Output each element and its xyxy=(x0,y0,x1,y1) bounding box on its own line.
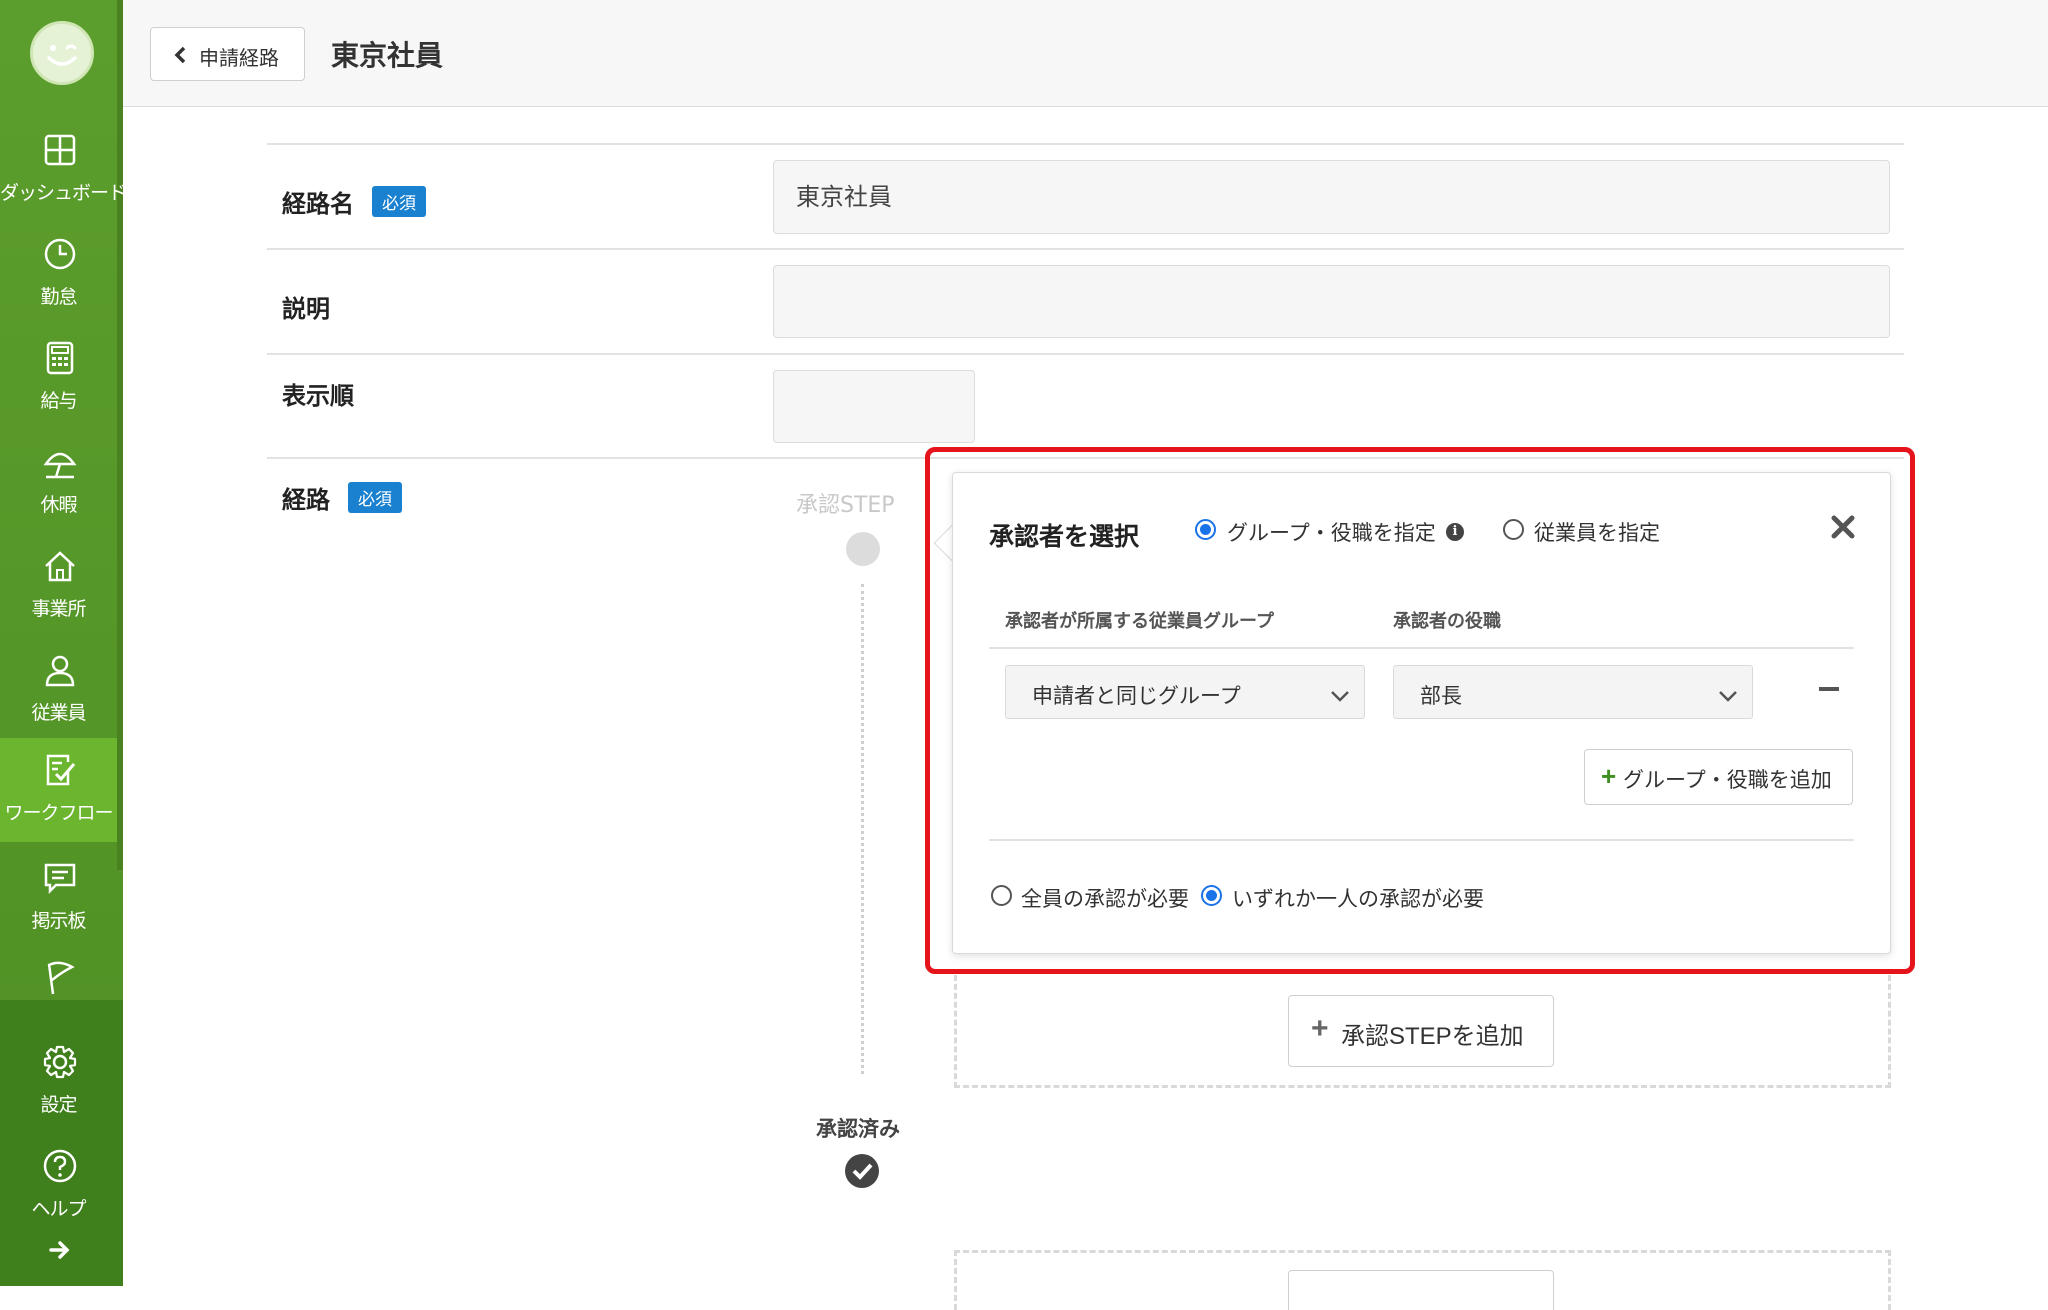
sidebar-item-employees[interactable]: 従業員 xyxy=(0,638,117,742)
chevron-left-icon xyxy=(173,46,187,64)
sidebar-item-bulletin[interactable]: 掲示板 xyxy=(0,846,117,950)
sidebar-item-office[interactable]: 事業所 xyxy=(0,534,117,638)
approved-label: 承認済み xyxy=(816,1117,900,1141)
add-approval-step-button-next[interactable] xyxy=(1288,1270,1554,1310)
sidebar-item-workflow[interactable]: ワークフロー xyxy=(0,738,117,842)
timeline-line xyxy=(861,584,864,1074)
sidebar-item-flag[interactable] xyxy=(0,946,117,1006)
workflow-icon xyxy=(42,752,78,788)
required-badge: 必須 xyxy=(348,482,402,513)
umbrella-icon xyxy=(42,444,78,480)
plus-icon: + xyxy=(1311,1012,1329,1045)
route-name-label: 経路名 必須 xyxy=(282,184,426,219)
sidebar-item-payroll[interactable]: 給与 xyxy=(0,326,117,430)
sidebar-item-label: 給与 xyxy=(40,390,77,412)
sidebar-item-label: 設定 xyxy=(40,1094,77,1116)
highlight-frame xyxy=(925,447,1915,974)
sidebar-expand-button[interactable] xyxy=(0,1232,117,1272)
sidebar-item-help[interactable]: ヘルプ xyxy=(0,1134,117,1238)
approval-step-label: 承認STEP xyxy=(796,493,895,518)
step-dot xyxy=(846,532,880,566)
route-label-text: 経路 xyxy=(282,486,330,514)
sidebar-item-label: 事業所 xyxy=(31,598,86,620)
sidebar-scrollbar[interactable] xyxy=(117,0,123,870)
description-label: 説明 xyxy=(282,295,330,323)
back-button[interactable]: 申請経路 xyxy=(150,27,305,81)
clock-icon xyxy=(42,236,78,272)
required-badge: 必須 xyxy=(372,186,426,217)
divider xyxy=(267,143,1904,145)
sidebar-item-label: ダッシュボード xyxy=(0,182,127,204)
display-order-label: 表示順 xyxy=(282,382,354,410)
divider xyxy=(267,353,1904,355)
sidebar-item-label: ワークフロー xyxy=(4,802,113,824)
flag-icon xyxy=(42,960,78,996)
sidebar-item-label: 従業員 xyxy=(31,702,86,724)
sidebar-item-leave[interactable]: 休暇 xyxy=(0,430,117,534)
display-order-input[interactable] xyxy=(773,370,975,443)
help-icon xyxy=(42,1148,78,1184)
chat-icon xyxy=(42,860,78,896)
add-approval-step-button[interactable]: + 承認STEPを追加 xyxy=(1288,995,1554,1067)
arrow-right-icon xyxy=(46,1236,74,1264)
sidebar-item-label: 掲示板 xyxy=(31,910,86,932)
sidebar: ダッシュボード 勤怠 給与 休暇 事業所 従業員 ワークフロー 掲示板 設定 ヘ… xyxy=(0,0,127,1286)
sidebar-item-settings[interactable]: 設定 xyxy=(0,1030,117,1134)
smiley-logo-icon xyxy=(47,44,77,66)
dashboard-icon xyxy=(42,132,78,168)
calculator-icon xyxy=(42,340,78,376)
sidebar-item-label: 休暇 xyxy=(40,494,77,516)
person-icon xyxy=(42,652,78,688)
back-button-label: 申請経路 xyxy=(199,48,279,70)
route-name-input[interactable]: 東京社員 xyxy=(773,160,1890,234)
add-step-label: 承認STEPを追加 xyxy=(1341,1023,1524,1050)
route-label: 経路 必須 xyxy=(282,480,402,515)
check-circle-icon xyxy=(844,1153,880,1189)
description-input[interactable] xyxy=(773,265,1890,338)
home-icon xyxy=(42,548,78,584)
route-name-label-text: 経路名 xyxy=(282,190,354,218)
gear-icon xyxy=(42,1044,78,1080)
page-header: 申請経路 東京社員 xyxy=(123,0,2048,107)
page-title: 東京社員 xyxy=(331,39,444,72)
sidebar-item-attendance[interactable]: 勤怠 xyxy=(0,222,117,326)
sidebar-item-dashboard[interactable]: ダッシュボード xyxy=(0,118,127,222)
sidebar-item-label: ヘルプ xyxy=(31,1198,86,1220)
app-logo[interactable] xyxy=(30,21,94,85)
divider xyxy=(267,248,1904,250)
sidebar-item-label: 勤怠 xyxy=(40,286,77,308)
